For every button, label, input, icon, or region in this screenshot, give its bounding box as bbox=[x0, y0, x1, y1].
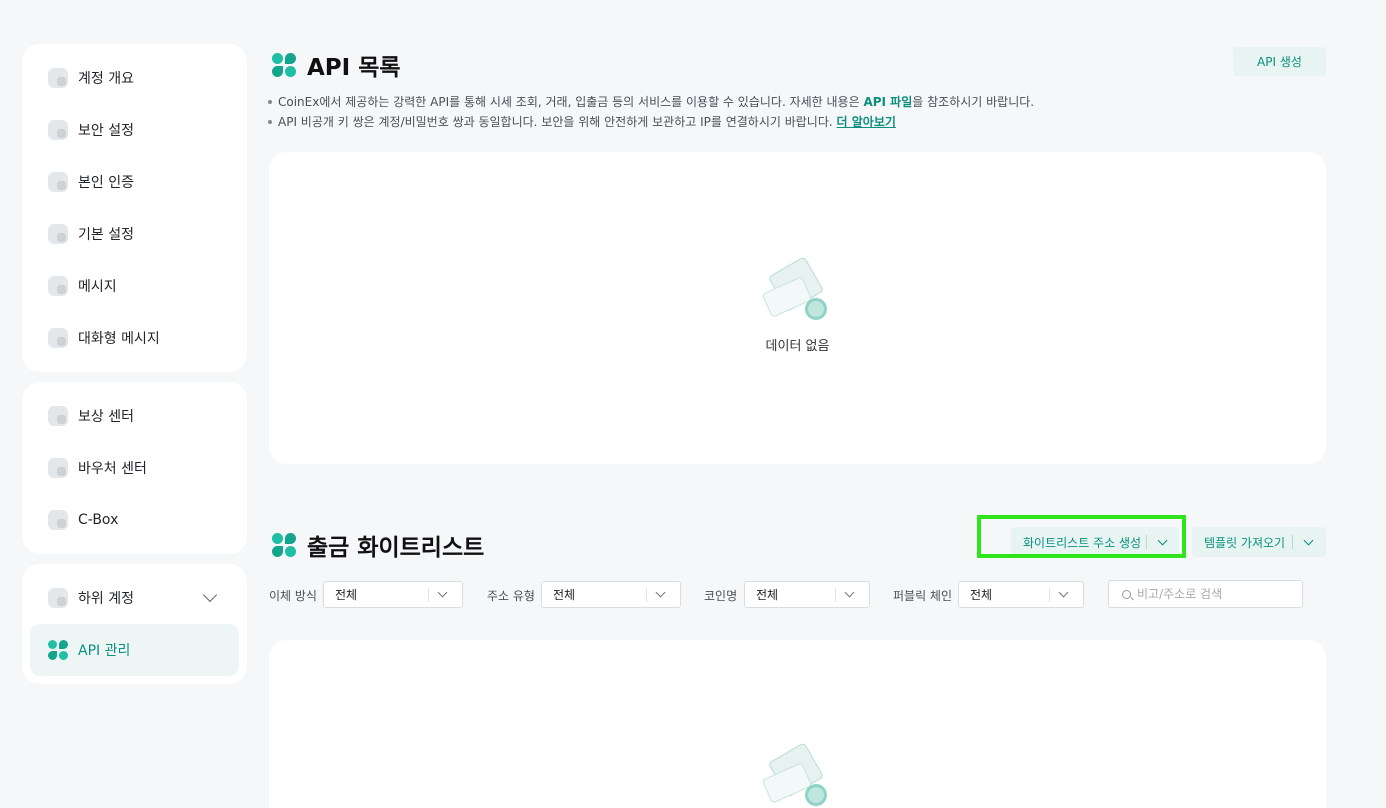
learn-more-link[interactable]: 더 알아보기 bbox=[837, 115, 896, 129]
identity-badge-icon bbox=[48, 172, 68, 192]
coin-select[interactable]: 전체 bbox=[744, 581, 870, 608]
settings-cube-icon bbox=[48, 224, 68, 244]
sidebar-item-api-management[interactable]: API 관리 bbox=[30, 624, 239, 676]
sidebar-item-label: 계정 개요 bbox=[78, 71, 134, 87]
search-input[interactable] bbox=[1137, 587, 1287, 601]
empty-data-illustration-icon bbox=[761, 256, 835, 326]
api-logo-icon bbox=[48, 640, 68, 660]
sidebar-item-label: 바우처 센터 bbox=[78, 461, 147, 477]
note-text: 을 참조하시기 바랍니다. bbox=[912, 95, 1035, 109]
api-note-2: API 비공개 키 쌍은 계정/비밀번호 쌍과 동일합니다. 보안을 위해 안전… bbox=[268, 112, 1034, 132]
api-notes: CoinEx에서 제공하는 강력한 API를 통해 시세 조회, 거래, 입출금… bbox=[268, 92, 1034, 132]
chevron-down-icon bbox=[1058, 587, 1069, 598]
sidebar-item-label: 보안 설정 bbox=[78, 123, 134, 139]
bullet-icon bbox=[268, 99, 272, 104]
note-text: API 비공개 키 쌍은 계정/비밀번호 쌍과 동일합니다. 보안을 위해 안전… bbox=[278, 115, 837, 129]
sidebar-item-label: 대화형 메시지 bbox=[78, 331, 160, 347]
select-value: 전체 bbox=[756, 588, 779, 602]
api-section-header: API 목록 bbox=[272, 48, 401, 82]
sidebar-item-sub-accounts[interactable]: 하위 계정 bbox=[30, 572, 239, 624]
message-card-icon bbox=[48, 276, 68, 296]
sidebar-item-label: 기본 설정 bbox=[78, 227, 134, 243]
divider bbox=[646, 588, 647, 602]
sidebar-item-security[interactable]: 보안 설정 bbox=[30, 104, 239, 156]
page-title: API 목록 bbox=[307, 55, 401, 81]
sidebar-item-chat[interactable]: 대화형 메시지 bbox=[30, 312, 239, 364]
sidebar-item-vouchers[interactable]: 바우처 센터 bbox=[30, 442, 239, 494]
sidebar-item-cbox[interactable]: C-Box bbox=[30, 494, 239, 546]
sidebar-item-preferences[interactable]: 기본 설정 bbox=[30, 208, 239, 260]
sidebar-item-label: 메시지 bbox=[78, 279, 117, 295]
filter-label-coin: 코인명 bbox=[704, 589, 738, 603]
bullet-icon bbox=[268, 119, 272, 124]
address-type-select[interactable]: 전체 bbox=[541, 581, 681, 608]
sidebar-group-rewards: 보상 센터 바우처 센터 C-Box bbox=[22, 382, 247, 554]
sidebar-group-management: 하위 계정 API 관리 bbox=[22, 564, 247, 684]
filter-label-public-chain: 퍼블릭 체인 bbox=[893, 589, 953, 603]
whitelist-panel bbox=[269, 640, 1326, 808]
public-chain-select[interactable]: 전체 bbox=[958, 581, 1084, 608]
search-icon bbox=[1122, 589, 1131, 599]
divider bbox=[1049, 588, 1050, 602]
shield-icon bbox=[48, 120, 68, 140]
button-label: 템플릿 가져오기 bbox=[1204, 535, 1286, 550]
note-text: CoinEx에서 제공하는 강력한 API를 통해 시세 조회, 거래, 입출금… bbox=[278, 95, 864, 109]
select-value: 전체 bbox=[553, 588, 576, 602]
select-value: 전체 bbox=[335, 588, 358, 602]
sidebar-item-rewards[interactable]: 보상 센터 bbox=[30, 390, 239, 442]
sidebar-item-label: 본인 인증 bbox=[78, 175, 134, 191]
divider bbox=[835, 588, 836, 602]
sidebar-item-messages[interactable]: 메시지 bbox=[30, 260, 239, 312]
sidebar-item-label: 하위 계정 bbox=[78, 591, 134, 607]
chevron-down-icon bbox=[655, 587, 666, 598]
api-note-1: CoinEx에서 제공하는 강력한 API를 통해 시세 조회, 거래, 입출금… bbox=[268, 92, 1034, 112]
api-logo-icon bbox=[272, 533, 296, 557]
import-template-button[interactable]: 템플릿 가져오기 bbox=[1192, 527, 1326, 557]
section-title: 출금 화이트리스트 bbox=[307, 535, 485, 561]
whitelist-section-header: 출금 화이트리스트 bbox=[272, 528, 484, 562]
chevron-down-icon[interactable] bbox=[1303, 535, 1314, 546]
empty-state-text: 데이터 없음 bbox=[765, 339, 830, 354]
highlight-box bbox=[977, 515, 1186, 558]
create-api-button[interactable]: API 생성 bbox=[1233, 47, 1326, 76]
api-docs-link[interactable]: API 파일 bbox=[863, 95, 912, 109]
sidebar-item-account-overview[interactable]: 계정 개요 bbox=[30, 52, 239, 104]
api-list-panel: 데이터 없음 bbox=[269, 152, 1326, 464]
api-logo-icon bbox=[272, 53, 296, 77]
filter-label-address-type: 주소 유형 bbox=[487, 589, 535, 603]
filter-label-transfer-method: 이체 방식 bbox=[269, 589, 317, 603]
empty-data-illustration-icon bbox=[761, 742, 835, 808]
whitelist-search bbox=[1108, 580, 1303, 608]
sidebar-item-label: 보상 센터 bbox=[78, 409, 134, 425]
chevron-down-icon bbox=[437, 587, 448, 598]
divider bbox=[428, 588, 429, 602]
sidebar-item-label: C-Box bbox=[78, 512, 119, 528]
sidebar-group-account: 계정 개요 보안 설정 본인 인증 기본 설정 메시지 대화형 메시지 bbox=[22, 44, 247, 372]
select-value: 전체 bbox=[970, 588, 993, 602]
pie-chart-icon bbox=[48, 68, 68, 88]
divider bbox=[1292, 535, 1293, 549]
sidebar-item-identity[interactable]: 본인 인증 bbox=[30, 156, 239, 208]
transfer-method-select[interactable]: 전체 bbox=[323, 581, 463, 608]
chat-bubble-icon bbox=[48, 328, 68, 348]
voucher-icon bbox=[48, 458, 68, 478]
box-icon bbox=[48, 510, 68, 530]
sub-account-icon bbox=[48, 588, 68, 608]
gift-icon bbox=[48, 406, 68, 426]
chevron-down-icon bbox=[202, 587, 218, 603]
sidebar-item-label: API 관리 bbox=[78, 643, 131, 659]
chevron-down-icon bbox=[844, 587, 855, 598]
